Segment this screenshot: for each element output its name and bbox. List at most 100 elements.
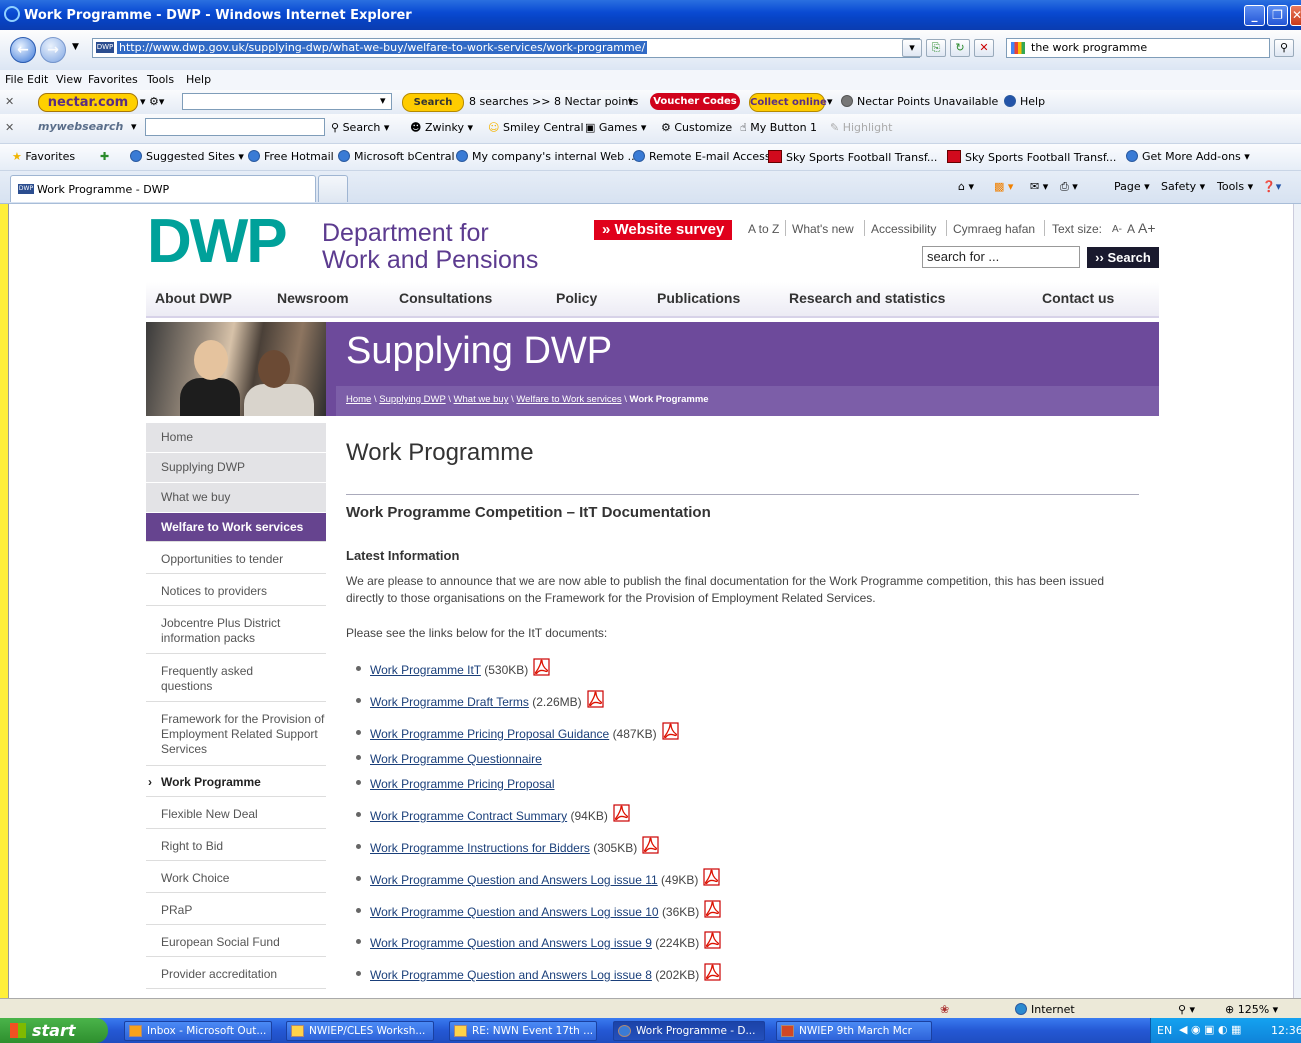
left-nav-opportunities[interactable]: Opportunities to tender <box>146 542 326 574</box>
add-favorite-icon[interactable]: ✚ <box>100 150 109 163</box>
fav-free-hotmail[interactable]: Free Hotmail <box>248 150 334 163</box>
taskbar-nwn-event[interactable]: RE: NWN Event 17th ... <box>449 1021 597 1041</box>
nectar-searches-dropdown-icon[interactable]: ▾ <box>628 95 634 108</box>
taskbar-nwiep-march[interactable]: NWIEP 9th March Mcr <box>776 1021 932 1041</box>
mywebsearch-search-button[interactable]: ⚲ Search ▾ <box>331 121 389 134</box>
nectar-help-button[interactable]: Help <box>1004 95 1045 108</box>
link-whats-new[interactable]: What's new <box>792 222 854 236</box>
feeds-icon[interactable]: ▩ ▾ <box>994 180 1013 193</box>
mywebsearch-input[interactable] <box>145 118 325 136</box>
collect-dropdown-icon[interactable]: ▾ <box>827 95 833 108</box>
text-size-small[interactable]: A- <box>1112 224 1122 235</box>
fav-suggested-sites[interactable]: Suggested Sites ▾ <box>130 150 244 163</box>
mywebsearch-logo[interactable]: mywebsearch <box>38 120 123 133</box>
address-dropdown-icon[interactable]: ▾ <box>902 39 922 57</box>
voucher-codes-button[interactable]: Voucher Codes <box>650 93 740 110</box>
nectar-search-input[interactable] <box>182 93 392 110</box>
nav-policy[interactable]: Policy <box>556 290 597 306</box>
forward-button[interactable]: → <box>40 37 66 63</box>
nav-contact-us[interactable]: Contact us <box>1042 290 1114 306</box>
fav-company-internal[interactable]: My company's internal Web ... <box>456 150 638 163</box>
nav-consultations[interactable]: Consultations <box>399 290 492 306</box>
close-button[interactable]: ✕ <box>1290 5 1301 26</box>
document-link[interactable]: Work Programme Pricing Proposal Guidance <box>370 727 609 741</box>
menu-favorites[interactable]: Favorites <box>88 73 138 86</box>
taskbar-nwiep-cles[interactable]: NWIEP/CLES Worksh... <box>286 1021 434 1041</box>
breadcrumb-home[interactable]: Home <box>346 394 371 405</box>
refresh-icon[interactable]: ↻ <box>950 39 970 57</box>
mail-icon[interactable]: ✉ ▾ <box>1030 180 1048 193</box>
compatibility-view-icon[interactable]: ⎘ <box>926 39 946 57</box>
left-nav-home[interactable]: Home <box>146 423 326 453</box>
nectar-search-dropdown-icon[interactable]: ▾ <box>380 94 386 107</box>
nav-newsroom[interactable]: Newsroom <box>277 290 349 306</box>
recent-pages-dropdown-icon[interactable]: ▼ <box>72 42 79 52</box>
games-button[interactable]: ▣ Games ▾ <box>585 121 646 134</box>
breadcrumb-supplying-dwp[interactable]: Supplying DWP <box>379 394 445 405</box>
tray-icons[interactable]: ◀ ◉ ▣ ◐ ▦ <box>1179 1023 1241 1036</box>
document-link[interactable]: Work Programme Questionnaire <box>370 752 542 766</box>
fav-microsoft-bcentral[interactable]: Microsoft bCentral <box>338 150 455 163</box>
site-search-button[interactable]: ›› Search <box>1087 247 1159 268</box>
left-nav-provider-accreditation[interactable]: Provider accreditation <box>146 957 326 989</box>
text-size-medium[interactable]: A <box>1127 222 1135 236</box>
address-input[interactable]: DWP http://www.dwp.gov.uk/supplying-dwp/… <box>92 38 920 58</box>
nav-research-statistics[interactable]: Research and statistics <box>789 290 945 306</box>
fav-sky-sports-1[interactable]: Sky Sports Football Transf... <box>768 150 937 164</box>
close-toolbar-icon[interactable]: ✕ <box>5 95 14 108</box>
smiley-central-button[interactable]: ☺ Smiley Central <box>488 121 584 134</box>
nav-about-dwp[interactable]: About DWP <box>155 290 232 306</box>
page-menu[interactable]: Page ▾ <box>1114 180 1150 193</box>
link-a-to-z[interactable]: A to Z <box>748 222 779 236</box>
nectar-logo[interactable]: nectar.com <box>38 93 138 112</box>
site-search-input[interactable]: search for ... <box>922 246 1080 268</box>
taskbar-work-programme[interactable]: Work Programme - D... <box>613 1021 765 1041</box>
fav-get-more-addons[interactable]: Get More Add-ons ▾ <box>1126 150 1250 163</box>
taskbar-outlook[interactable]: Inbox - Microsoft Out... <box>124 1021 272 1041</box>
maximize-button[interactable]: ❐ <box>1267 5 1288 26</box>
nav-publications[interactable]: Publications <box>657 290 740 306</box>
left-nav-esf[interactable]: European Social Fund <box>146 925 326 957</box>
left-nav-work-choice[interactable]: Work Choice <box>146 861 326 893</box>
document-link[interactable]: Work Programme Question and Answers Log … <box>370 873 658 887</box>
zoom-level[interactable]: ⊕ 125% ▾ <box>1225 1003 1278 1016</box>
minimize-button[interactable]: _ <box>1244 5 1265 26</box>
document-link[interactable]: Work Programme Question and Answers Log … <box>370 936 652 950</box>
stop-icon[interactable]: ✕ <box>974 39 994 57</box>
document-link[interactable]: Work Programme Draft Terms <box>370 695 529 709</box>
left-nav-welfare-to-work[interactable]: Welfare to Work services <box>146 513 326 542</box>
collect-online-button[interactable]: Collect online <box>749 93 827 112</box>
new-tab-button[interactable] <box>318 175 348 202</box>
menu-tools[interactable]: Tools <box>147 73 174 86</box>
left-nav-what-we-buy[interactable]: What we buy <box>146 483 326 513</box>
website-survey-button[interactable]: » Website survey <box>594 220 733 240</box>
left-nav-framework[interactable]: Framework for the Provision of Employmen… <box>146 702 326 766</box>
my-button-1[interactable]: ☝ My Button 1 <box>740 121 817 134</box>
document-link[interactable]: Work Programme Contract Summary <box>370 809 567 823</box>
menu-edit[interactable]: Edit <box>27 73 48 86</box>
start-button[interactable]: start <box>0 1018 108 1043</box>
fav-sky-sports-2[interactable]: Sky Sports Football Transf... <box>947 150 1116 164</box>
favorites-button[interactable]: ★ Favorites <box>12 150 75 163</box>
print-icon[interactable]: ⎙ ▾ <box>1060 180 1078 194</box>
search-go-icon[interactable]: ⚲ <box>1274 39 1294 57</box>
link-accessibility[interactable]: Accessibility <box>871 222 936 236</box>
zoom-settings-icon[interactable]: ⚲ ▾ <box>1178 1003 1195 1016</box>
nectar-search-button[interactable]: Search <box>402 93 464 112</box>
left-nav-prap[interactable]: PRaP <box>146 893 326 925</box>
menu-file[interactable]: File <box>5 73 23 86</box>
left-nav-jobcentre-packs[interactable]: Jobcentre Plus District information pack… <box>146 606 326 654</box>
home-icon[interactable]: ⌂ ▾ <box>958 180 974 193</box>
menu-help[interactable]: Help <box>186 73 211 86</box>
breadcrumb-what-we-buy[interactable]: What we buy <box>454 394 509 405</box>
mywebsearch-dropdown-icon[interactable]: ▾ <box>131 120 137 133</box>
document-link[interactable]: Work Programme Instructions for Bidders <box>370 841 590 855</box>
left-nav-work-programme[interactable]: › Work Programme <box>146 766 326 797</box>
document-link[interactable]: Work Programme Question and Answers Log … <box>370 968 652 982</box>
link-cymraeg-hafan[interactable]: Cymraeg hafan <box>953 222 1035 236</box>
tools-menu[interactable]: Tools ▾ <box>1217 180 1253 193</box>
document-link[interactable]: Work Programme Pricing Proposal <box>370 777 555 791</box>
close-toolbar-icon[interactable]: ✕ <box>5 121 14 134</box>
web-search-input[interactable]: the work programme <box>1006 38 1270 58</box>
help-icon[interactable]: ❓▾ <box>1262 180 1281 193</box>
